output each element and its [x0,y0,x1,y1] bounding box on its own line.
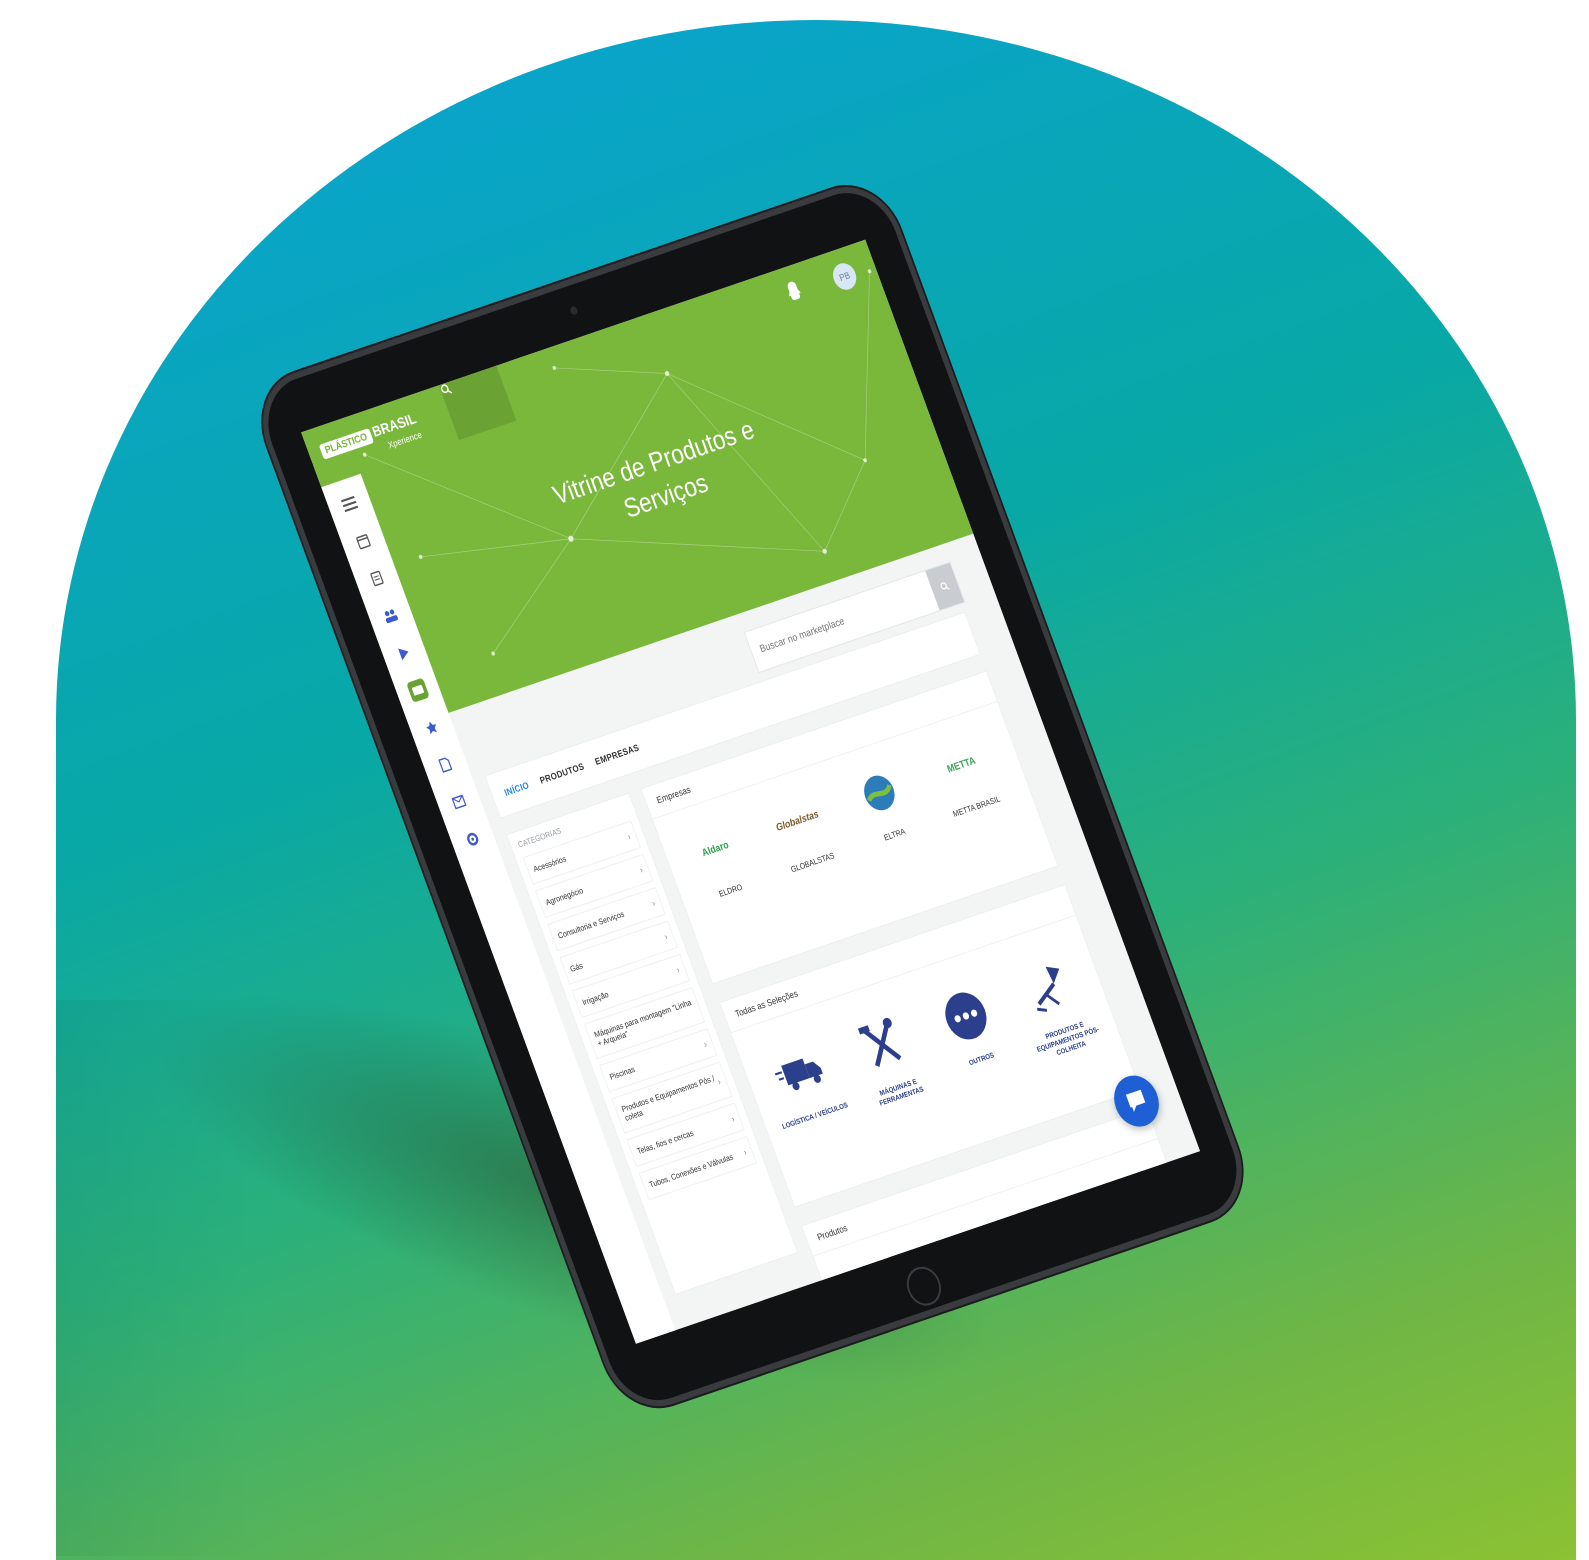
document-icon[interactable] [434,752,458,777]
home-button[interactable] [901,1262,947,1311]
company-item[interactable]: ELTRA [832,751,932,851]
chevron-right-icon: › [675,964,682,976]
company-logo: Globalstas [774,808,821,834]
people-icon[interactable] [379,603,403,628]
tab-produtos[interactable]: PRODUTOS [538,761,585,786]
search-icon [940,582,950,590]
calendar-icon[interactable] [351,529,375,554]
chevron-right-icon: › [638,864,645,876]
chat-icon [1125,1089,1146,1112]
company-logo: METTA [945,754,978,776]
play-icon[interactable] [393,640,417,665]
settings-icon[interactable] [461,827,485,852]
store-icon[interactable] [406,677,430,703]
company-item[interactable]: Aldaro ELDRO [668,807,768,907]
chevron-right-icon: › [650,897,657,909]
tablet-device: PLÁSTICOBRASIL Xperience PB Vitrine de P… [253,180,1252,1413]
menu-icon[interactable] [338,491,362,516]
stage: PLÁSTICOBRASIL Xperience PB Vitrine de P… [0,0,1589,1556]
tab-empresas[interactable]: EMPRESAS [594,742,641,767]
mail-icon[interactable] [447,789,471,814]
category-label: Telas, fios e cercas [635,1127,695,1156]
category-label: Piscinas [608,1064,636,1082]
camera-icon [569,305,579,316]
chevron-right-icon: › [662,931,669,942]
chevron-right-icon: › [626,831,633,842]
agenda-icon[interactable] [365,566,389,591]
category-label: Irrigação [580,989,610,1007]
notification-icon[interactable] [788,272,830,300]
company-logo [832,751,926,834]
app-screen: PLÁSTICOBRASIL Xperience PB Vitrine de P… [301,239,1201,1344]
category-label: Agronegócio [544,885,585,907]
category-label: Gás [568,960,584,974]
category-label: Consultoria e Serviços [556,908,626,941]
chevron-right-icon: › [741,1146,749,1158]
category-label: Acessórios [531,853,568,874]
company-item[interactable]: Globalstas GLOBALSTAS [750,779,850,879]
star-icon[interactable] [420,715,444,740]
chevron-right-icon: › [729,1113,736,1125]
company-logo: Aldaro [700,839,731,859]
company-item[interactable]: METTA METTA BRASIL [914,723,1014,823]
globe-logo-icon [864,775,895,811]
chevron-right-icon: › [702,1038,709,1050]
tab-inicio[interactable]: INÍCIO [503,780,531,798]
